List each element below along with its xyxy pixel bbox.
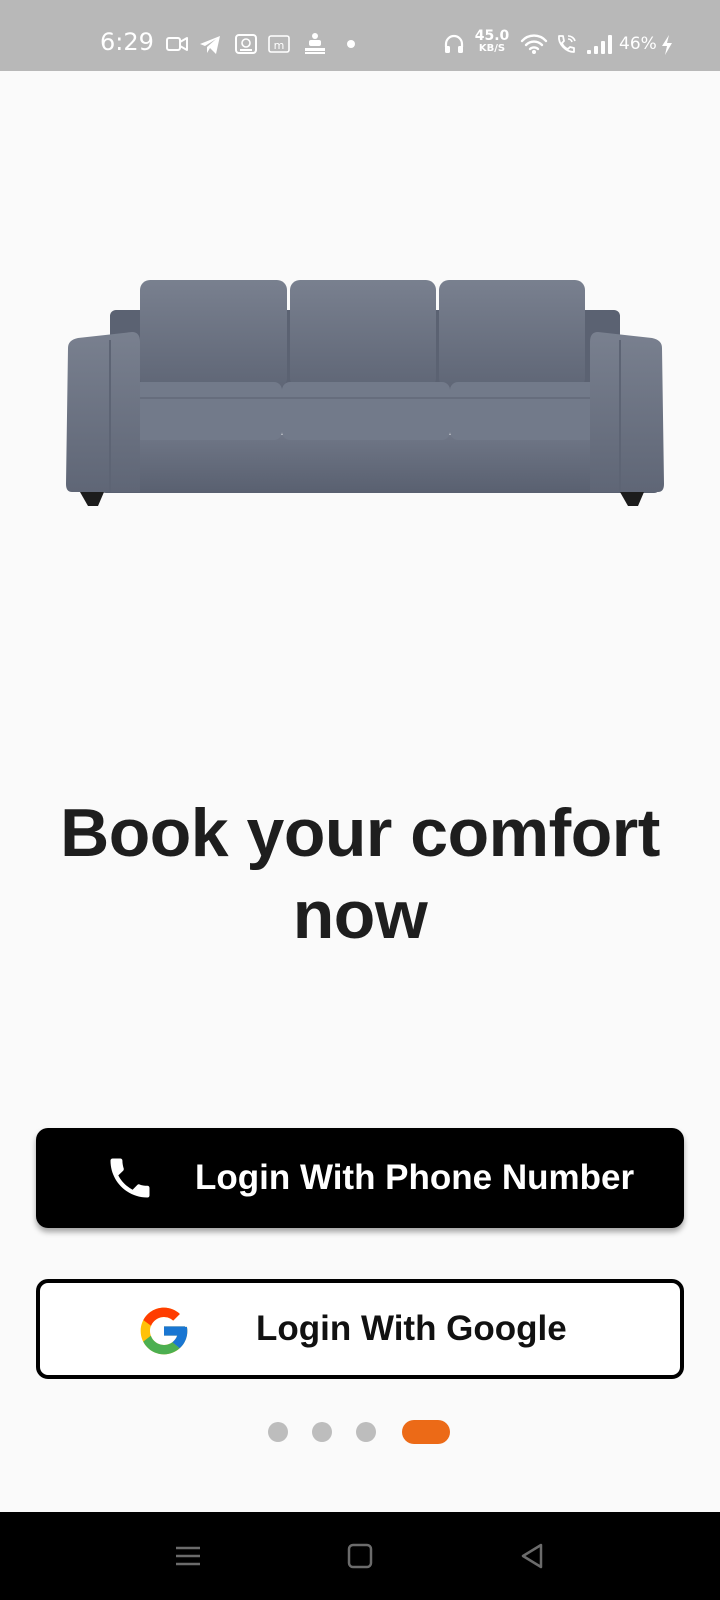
page-dot-2[interactable] <box>312 1422 332 1442</box>
headline-line-1: Book your comfort <box>60 795 660 871</box>
network-speed-value: 45.0 <box>474 28 510 44</box>
home-square-icon[interactable] <box>344 1540 376 1572</box>
login-phone-button[interactable]: Login With Phone Number <box>36 1128 684 1228</box>
sofa-image <box>66 280 664 506</box>
signal-bars-icon <box>587 35 612 54</box>
m-badge-icon: m <box>268 35 290 53</box>
wifi-call-icon <box>558 35 576 53</box>
status-bar: 6:29 m 45.0 KB/S 46% <box>0 0 720 71</box>
battery-charging-icon <box>662 35 672 55</box>
notification-icon <box>305 33 325 54</box>
svg-text:m: m <box>274 39 285 52</box>
network-speed: 45.0 KB/S <box>472 29 512 54</box>
page-dot-1[interactable] <box>268 1422 288 1442</box>
headline-line-2: now <box>292 877 428 953</box>
network-speed-unit: KB/S <box>478 43 506 54</box>
wifi-icon <box>520 34 548 54</box>
phone-icon <box>110 1158 150 1198</box>
page-dot-4-active[interactable] <box>402 1420 450 1444</box>
login-google-button[interactable]: Login With Google <box>36 1279 684 1379</box>
login-google-label: Login With Google <box>256 1309 567 1348</box>
menu-icon[interactable] <box>172 1540 204 1572</box>
login-screen: 6:29 m 45.0 KB/S 46% Book your comfort n… <box>0 0 720 1600</box>
battery-percent: 46% <box>619 34 657 54</box>
headline: Book your comfort now <box>40 792 680 956</box>
screen-record-icon <box>235 34 257 54</box>
telegram-icon <box>200 36 220 54</box>
back-triangle-icon[interactable] <box>516 1540 548 1572</box>
google-logo-icon <box>140 1307 188 1355</box>
dot-icon <box>347 40 355 48</box>
video-camera-icon <box>166 37 188 51</box>
page-dot-3[interactable] <box>356 1422 376 1442</box>
login-phone-label: Login With Phone Number <box>195 1158 635 1197</box>
navigation-bar <box>0 1512 720 1600</box>
status-time: 6:29 <box>100 28 154 56</box>
headphones-icon <box>444 34 464 53</box>
